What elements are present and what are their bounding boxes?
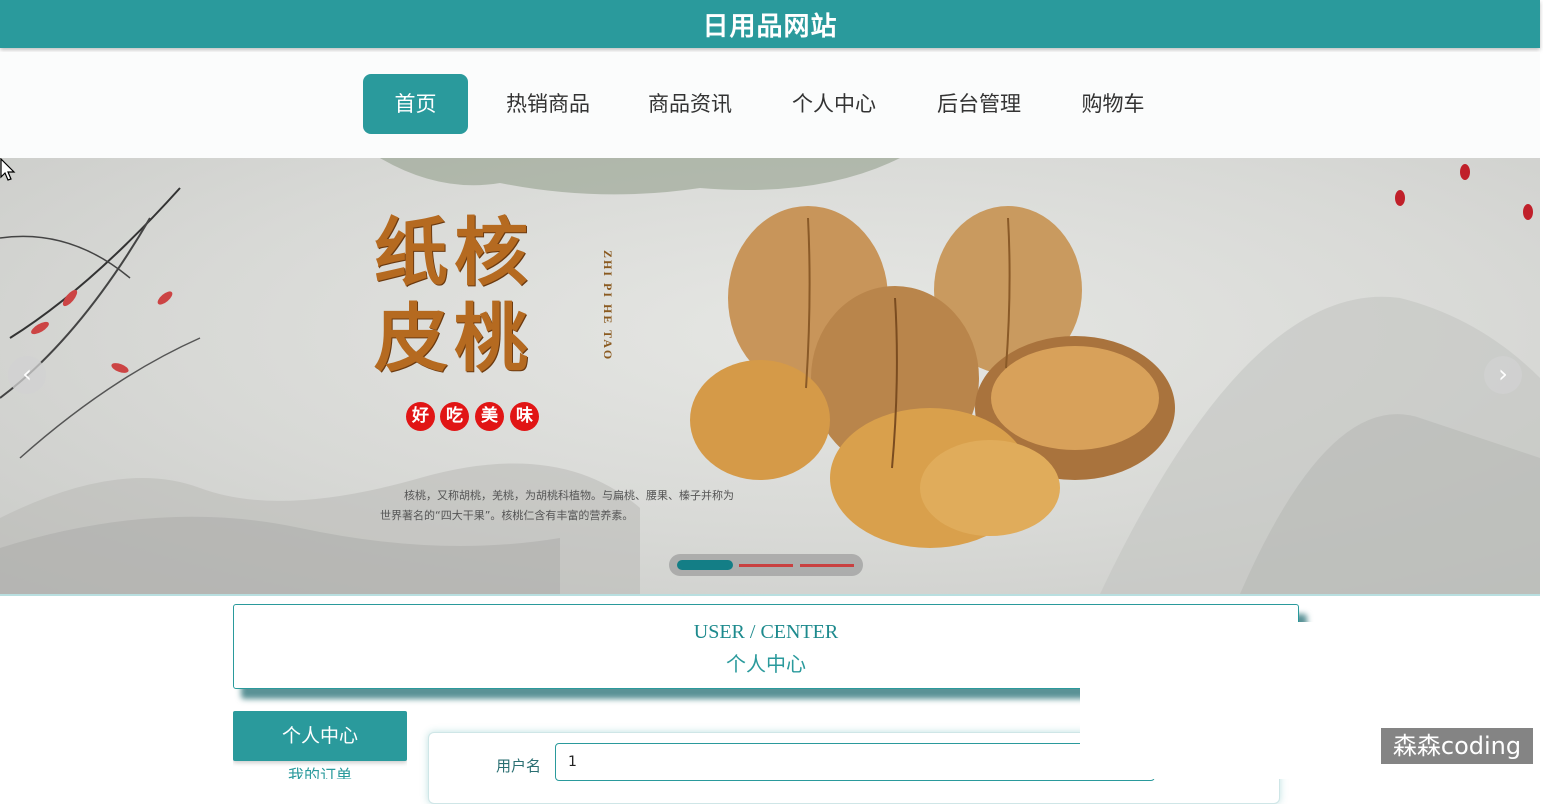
nav-home[interactable]: 首页 xyxy=(363,74,468,134)
banner-carousel[interactable]: 纸核 皮桃 ZHI PI HE TAO 好 吃 美 味 核桃，又称胡桃，羌桃，为… xyxy=(0,158,1540,596)
banner-artwork xyxy=(0,158,1540,594)
sidebar-item-orders[interactable]: 我的订单 xyxy=(233,761,407,779)
carousel-dot[interactable] xyxy=(739,564,793,567)
banner-title: 纸核 皮桃 xyxy=(374,210,614,382)
nav-admin[interactable]: 后台管理 xyxy=(927,74,1031,134)
user-sidebar: 个人中心 我的订单 xyxy=(233,711,407,779)
nav-product-news[interactable]: 商品资讯 xyxy=(638,74,742,134)
username-label: 用户名 xyxy=(496,757,542,775)
taste-badge: 味 xyxy=(510,402,539,431)
carousel-prev-button[interactable]: ‹ xyxy=(8,356,46,394)
taste-badge: 好 xyxy=(406,402,435,431)
taste-badge: 美 xyxy=(475,402,504,431)
main-nav: 首页 热销商品 商品资讯 个人中心 后台管理 购物车 xyxy=(0,52,1540,158)
banner-title-line1: 纸核 xyxy=(374,210,534,296)
banner-description: 核桃，又称胡桃，羌桃，为胡桃科植物。与扁桃、腰果、榛子并称为世界著名的“四大干果… xyxy=(380,489,734,522)
nav-user-center[interactable]: 个人中心 xyxy=(782,74,886,134)
chevron-right-icon: › xyxy=(1498,360,1508,388)
watermark: 森森coding xyxy=(1381,728,1533,764)
mouse-cursor-icon xyxy=(0,158,16,181)
nav-hot-products[interactable]: 热销商品 xyxy=(496,74,600,134)
site-header: 日用品网站 xyxy=(0,0,1540,48)
username-input[interactable] xyxy=(555,743,1155,781)
carousel-dot[interactable] xyxy=(800,564,854,567)
chevron-left-icon: ‹ xyxy=(22,360,32,388)
banner-title-line2: 皮桃 xyxy=(374,296,534,382)
carousel-indicators xyxy=(669,554,863,576)
banner-pinyin: ZHI PI HE TAO xyxy=(601,250,615,362)
nav-cart[interactable]: 购物车 xyxy=(1069,74,1157,134)
sidebar-header[interactable]: 个人中心 xyxy=(233,711,407,761)
carousel-dot[interactable] xyxy=(677,560,733,570)
site-title: 日用品网站 xyxy=(702,11,838,42)
taste-badge: 吃 xyxy=(440,402,469,431)
carousel-next-button[interactable]: › xyxy=(1484,356,1522,394)
